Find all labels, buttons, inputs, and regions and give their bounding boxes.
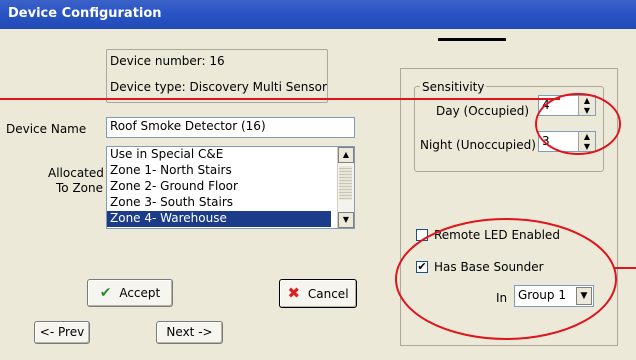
spin-down-icon[interactable]: ▼ <box>579 106 595 116</box>
base-sounder-label: Has Base Sounder <box>434 260 544 274</box>
prev-button[interactable]: <- Prev <box>34 321 90 344</box>
zone-list-item[interactable]: Zone 3- South Stairs <box>107 195 331 211</box>
x-icon: ✖ <box>287 284 301 302</box>
zone-label-line1: Allocated <box>48 166 104 180</box>
zone-list-item[interactable]: Use in Special C&E <box>107 147 331 163</box>
scroll-thumb[interactable] <box>339 166 352 200</box>
remote-led-checkbox[interactable] <box>416 229 428 241</box>
device-info-box: Device number: 16 Device type: Discovery… <box>106 49 328 103</box>
cancel-button[interactable]: ✖ Cancel <box>279 279 357 308</box>
accept-label: Accept <box>119 286 161 300</box>
day-label: Day (Occupied) <box>436 104 530 118</box>
device-name-field[interactable]: Roof Smoke Detector (16) <box>106 117 355 138</box>
window-title: Device Configuration <box>8 6 162 21</box>
day-spin-buttons[interactable]: ▲ ▼ <box>578 96 595 115</box>
scroll-up-icon[interactable]: ▲ <box>338 147 354 163</box>
group-value: Group 1 <box>518 288 566 302</box>
accept-button[interactable]: ✔ Accept <box>87 279 173 307</box>
next-button[interactable]: Next -> <box>156 321 223 344</box>
day-spinbox[interactable]: 4 ▲ ▼ <box>538 95 596 116</box>
zone-list-item[interactable]: Zone 1- North Stairs <box>107 163 331 179</box>
checkmark-icon: ✔ <box>417 260 427 273</box>
remote-led-label: Remote LED Enabled <box>434 228 560 242</box>
spin-up-icon[interactable]: ▲ <box>579 96 595 106</box>
zone-list-item[interactable]: Zone 2- Ground Floor <box>107 179 331 195</box>
group-prefix-label: In <box>496 291 508 305</box>
sensitivity-legend: Sensitivity <box>420 80 487 94</box>
night-spin-buttons[interactable]: ▲ ▼ <box>578 132 595 151</box>
title-bar: Device Configuration <box>0 0 636 29</box>
spin-down-icon[interactable]: ▼ <box>579 142 595 152</box>
checkmark-icon: ✔ <box>99 285 112 301</box>
night-value: 3 <box>542 134 550 148</box>
zone-scrollbar[interactable]: ▲ ▼ <box>337 147 354 228</box>
group-select[interactable]: Group 1 ▼ <box>514 285 594 307</box>
zone-listbox[interactable]: Use in Special C&E Zone 1- North Stairs … <box>106 146 355 229</box>
device-number-text: Device number: 16 <box>110 54 225 68</box>
chevron-down-icon[interactable]: ▼ <box>576 287 592 305</box>
scroll-down-icon[interactable]: ▼ <box>338 212 354 228</box>
device-name-label: Device Name <box>6 122 87 136</box>
night-label: Night (Unoccupied) <box>420 138 536 152</box>
day-value: 4 <box>542 98 550 112</box>
base-sounder-checkbox[interactable]: ✔ <box>416 261 428 273</box>
zone-list-item-selected[interactable]: Zone 4- Warehouse <box>107 211 331 227</box>
night-spinbox[interactable]: 3 ▲ ▼ <box>538 131 596 152</box>
spin-up-icon[interactable]: ▲ <box>579 132 595 142</box>
separator-bar <box>438 38 506 41</box>
device-type-text: Device type: Discovery Multi Sensor <box>110 80 327 94</box>
device-name-value: Roof Smoke Detector (16) <box>110 119 266 133</box>
cancel-label: Cancel <box>307 287 349 301</box>
zone-label-line2: To Zone <box>56 181 103 195</box>
